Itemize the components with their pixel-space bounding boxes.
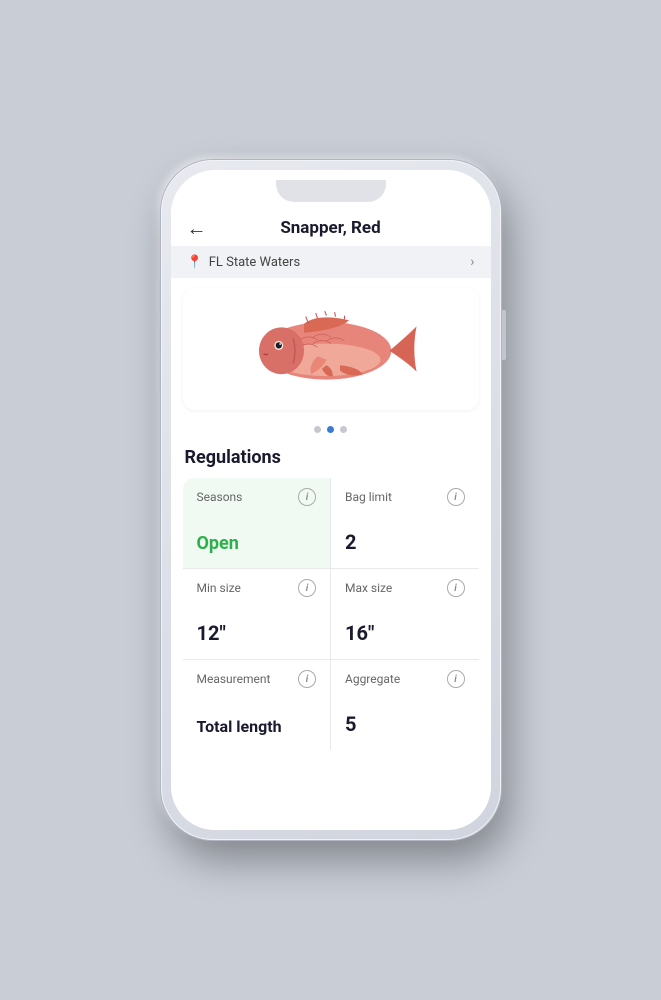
measurement-card-header: Measurement i [197, 670, 317, 688]
measurement-label: Measurement [197, 672, 271, 686]
regulations-grid: Seasons i Open Bag limit i 2 Min [183, 478, 479, 750]
aggregate-label: Aggregate [345, 672, 400, 686]
max-size-card-header: Max size i [345, 579, 465, 597]
dot-3[interactable] [340, 426, 347, 433]
back-button[interactable]: ← [187, 216, 207, 241]
min-size-value: 12" [197, 621, 317, 645]
location-bar[interactable]: 📍 FL State Waters › [171, 246, 491, 278]
max-size-label: Max size [345, 581, 392, 595]
max-size-info-icon[interactable]: i [447, 579, 465, 597]
notch-area [171, 170, 491, 206]
header: ← Snapper, Red [171, 206, 491, 246]
location-left: 📍 FL State Waters [187, 255, 301, 270]
seasons-card: Seasons i Open [183, 478, 331, 568]
chevron-right-icon: › [470, 254, 474, 270]
dot-1[interactable] [314, 426, 321, 433]
aggregate-card-header: Aggregate i [345, 670, 465, 688]
bag-limit-card-header: Bag limit i [345, 488, 465, 506]
min-size-card: Min size i 12" [183, 569, 331, 659]
seasons-value: Open [197, 533, 317, 554]
phone-frame: ← Snapper, Red 📍 FL State Waters › [161, 160, 501, 840]
image-dots [171, 420, 491, 443]
fish-illustration [231, 304, 431, 394]
bag-limit-value: 2 [345, 530, 465, 554]
measurement-card: Measurement i Total length [183, 660, 331, 750]
aggregate-card: Aggregate i 5 [331, 660, 479, 750]
measurement-info-icon[interactable]: i [298, 670, 316, 688]
aggregate-info-icon[interactable]: i [447, 670, 465, 688]
location-label: FL State Waters [209, 255, 300, 270]
page-title: Snapper, Red [280, 218, 380, 238]
bag-limit-label: Bag limit [345, 490, 392, 504]
max-size-value: 16" [345, 621, 465, 645]
min-size-card-header: Min size i [197, 579, 317, 597]
seasons-info-icon[interactable]: i [298, 488, 316, 506]
seasons-card-header: Seasons i [197, 488, 317, 506]
max-size-card: Max size i 16" [331, 569, 479, 659]
measurement-value: Total length [197, 717, 317, 736]
bag-limit-info-icon[interactable]: i [447, 488, 465, 506]
min-size-label: Min size [197, 581, 241, 595]
pin-icon: 📍 [187, 255, 203, 270]
regulations-title: Regulations [171, 443, 491, 478]
fish-image-card [183, 288, 479, 410]
aggregate-value: 5 [345, 712, 465, 736]
dot-2[interactable] [327, 426, 334, 433]
screen-content: ← Snapper, Red 📍 FL State Waters › [171, 206, 491, 830]
min-size-info-icon[interactable]: i [298, 579, 316, 597]
notch [276, 180, 386, 202]
seasons-label: Seasons [197, 490, 243, 504]
phone-screen: ← Snapper, Red 📍 FL State Waters › [171, 170, 491, 830]
bag-limit-card: Bag limit i 2 [331, 478, 479, 568]
